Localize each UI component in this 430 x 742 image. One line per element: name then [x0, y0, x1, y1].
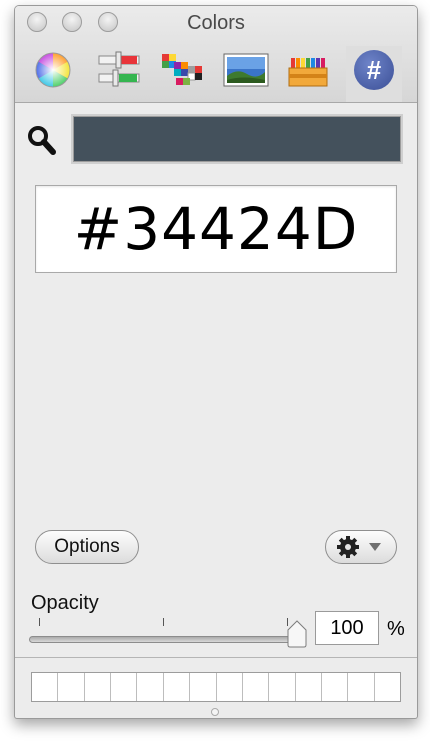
opacity-label: Opacity [31, 592, 99, 614]
color-palettes-tab[interactable] [160, 50, 202, 90]
favorite-swatch-slot[interactable] [137, 673, 164, 701]
gear-menu-button[interactable] [325, 530, 397, 564]
favorite-swatch-slot[interactable] [163, 673, 191, 701]
gear-icon [337, 536, 359, 558]
options-button[interactable]: Options [35, 530, 139, 564]
favorite-swatch-slot[interactable] [58, 673, 85, 701]
opacity-value-field[interactable]: 100 [315, 611, 379, 645]
favorite-swatch-slot[interactable] [269, 673, 296, 701]
favorite-swatches-well[interactable] [31, 672, 401, 702]
favorite-swatch-slot[interactable] [84, 673, 112, 701]
slider-tick [163, 618, 164, 626]
favorite-swatch-slot[interactable] [242, 673, 270, 701]
favorite-swatch-slot[interactable] [190, 673, 217, 701]
favorite-swatch-slot[interactable] [295, 673, 322, 701]
opacity-slider-thumb[interactable] [285, 620, 309, 648]
divider [15, 657, 417, 658]
colors-window: Colors # #34424D Options Opacity 100 % [14, 5, 418, 719]
favorite-swatch-slot[interactable] [111, 673, 138, 701]
color-wheel-icon [35, 52, 71, 88]
slider-tick [39, 618, 40, 626]
titlebar: Colors # [15, 6, 417, 103]
chevron-down-icon [369, 543, 381, 551]
image-palettes-tab[interactable] [223, 50, 269, 90]
favorite-swatch-slot[interactable] [374, 673, 401, 701]
percent-sign: % [387, 618, 405, 640]
hash-icon: # [354, 50, 394, 90]
current-color-swatch[interactable] [71, 114, 403, 164]
window-title: Colors [187, 12, 245, 34]
palettes-icon [162, 54, 202, 85]
crayons-tab[interactable] [287, 50, 328, 90]
magnifier-icon[interactable] [27, 124, 57, 158]
favorite-swatch-slot[interactable] [32, 673, 59, 701]
favorite-swatch-slot[interactable] [321, 673, 349, 701]
sliders-icon [98, 51, 140, 87]
hex-value-field[interactable]: #34424D [35, 185, 397, 273]
image-palette-icon [223, 53, 269, 87]
color-wheel-tab[interactable] [33, 50, 73, 90]
opacity-slider-track[interactable] [29, 636, 297, 643]
crayons-icon [288, 58, 328, 87]
favorite-swatch-slot[interactable] [348, 673, 375, 701]
resize-handle[interactable] [211, 708, 219, 716]
color-sliders-tab[interactable] [97, 50, 140, 90]
hex-color-picker-tab[interactable]: # [346, 46, 402, 102]
favorite-swatch-slot[interactable] [216, 673, 243, 701]
